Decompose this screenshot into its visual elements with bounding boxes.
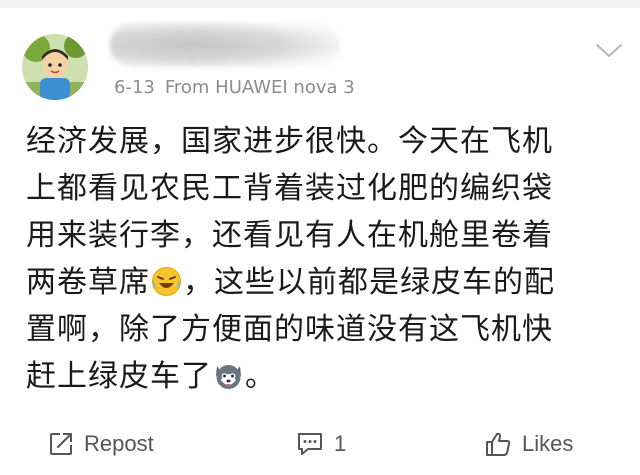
post-line: 赶上绿皮车了。: [26, 353, 622, 400]
repost-label: Repost: [84, 431, 154, 456]
post-content: 经济发展，国家进步很快。今天在飞机 上都看见农民工背着装过化肥的编织袋 用来装行…: [26, 118, 622, 400]
action-bar: Repost 1 Likes: [0, 420, 640, 470]
post-text: 两卷草席: [26, 265, 150, 300]
comment-count: 1: [334, 431, 347, 456]
post-text: 。: [245, 359, 276, 394]
comment-icon: [298, 433, 322, 455]
comment-button[interactable]: 1: [296, 428, 346, 460]
like-button[interactable]: Likes: [484, 428, 573, 460]
post-line: 上都看见农民工背着装过化肥的编织袋: [26, 171, 553, 206]
repost-button[interactable]: Repost: [48, 428, 154, 460]
post-line: 两卷草席 ，这些以前都是绿皮车的配: [26, 259, 622, 306]
post-text: ，这些以前都是绿皮车的配: [183, 265, 555, 300]
cartoon-avatar-icon: [22, 34, 88, 100]
obscured-username: [110, 22, 340, 68]
post-line: 用来装行李，还看见有人在机舱里卷着: [26, 218, 553, 253]
laughing-crying-emoji-icon: [151, 264, 182, 296]
avatar[interactable]: [22, 34, 88, 100]
husky-emoji-icon: [213, 358, 244, 389]
post-line: 置啊，除了方便面的味道没有这飞机快: [26, 312, 553, 347]
repost-icon: [50, 433, 72, 455]
likes-label: Likes: [522, 431, 574, 456]
thumbs-up-icon: [486, 432, 511, 456]
post-text: 赶上绿皮车了: [26, 359, 212, 394]
post-date: 6-13: [114, 77, 155, 98]
post-source: From HUAWEI nova 3: [164, 77, 355, 98]
post-meta: 6-13 From HUAWEI nova 3: [114, 77, 355, 98]
chevron-down-icon[interactable]: [594, 40, 624, 62]
top-separator: [0, 0, 640, 8]
post-line: 经济发展，国家进步很快。今天在飞机: [26, 124, 553, 159]
